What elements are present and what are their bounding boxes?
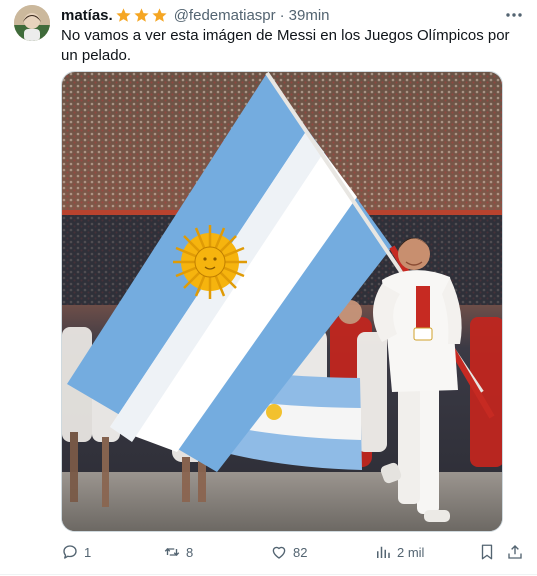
display-name[interactable]: matías. — [61, 7, 113, 24]
share-button[interactable] — [506, 540, 524, 564]
user-handle[interactable]: @fedematiaspr — [174, 7, 276, 24]
views-button[interactable]: 2 mil — [374, 540, 424, 564]
tweet-photo[interactable] — [61, 71, 503, 532]
views-count: 2 mil — [397, 544, 425, 560]
bar-chart-icon — [377, 546, 390, 558]
separator-dot: · — [279, 6, 285, 24]
more-dots-icon — [506, 13, 522, 17]
bookmark-icon — [481, 544, 493, 560]
sun-of-may — [173, 225, 247, 299]
avatar[interactable] — [14, 5, 50, 41]
divider — [0, 574, 537, 575]
reply-bubble-icon — [63, 545, 77, 559]
star-icon — [134, 7, 149, 22]
reply-count: 1 — [84, 544, 92, 560]
tweet-header: matías. @fedematiaspr · 39min — [61, 5, 330, 25]
repost-arrows-icon — [164, 548, 180, 556]
reply-button[interactable]: 1 — [61, 540, 91, 564]
tweet-actions: 1 8 82 2 mil — [0, 540, 537, 564]
heart-icon — [272, 546, 286, 559]
like-count: 82 — [293, 544, 308, 560]
photo-flag-bearer — [62, 72, 502, 531]
bookmark-button[interactable] — [478, 540, 496, 564]
star-icon — [152, 7, 167, 22]
more-options-button[interactable] — [502, 6, 526, 24]
star-icon — [116, 7, 131, 22]
repost-count: 8 — [186, 544, 194, 560]
timestamp[interactable]: 39min — [289, 7, 330, 24]
badge-stars — [115, 7, 169, 24]
tweet: matías. @fedematiaspr · 39min No vamos a… — [0, 0, 537, 576]
tweet-text: No vamos a ver esta imágen de Messi en l… — [61, 27, 510, 64]
repost-button[interactable]: 8 — [163, 540, 193, 564]
share-upload-icon — [508, 545, 522, 559]
like-button[interactable]: 82 — [270, 540, 307, 564]
